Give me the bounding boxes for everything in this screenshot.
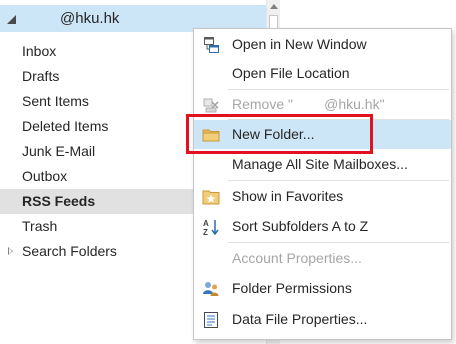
menu-item-open-file-location[interactable]: Open File Location [194,59,451,88]
folder-label: Search Folders [22,243,117,259]
folder-label: Sent Items [22,93,89,109]
menu-item-label: Sort Subfolders A to Z [232,218,369,234]
menu-item-label: Open File Location [232,65,350,81]
menu-item-open-in-new-window[interactable]: Open in New Window [194,30,451,59]
menu-separator [228,180,449,181]
svg-text:A: A [203,219,209,228]
menu-item-sort-subfolders[interactable]: A Z Sort Subfolders A to Z [194,212,451,241]
menu-item-label: Open in New Window [232,36,367,52]
sort-az-icon: A Z [202,218,220,237]
annotation-highlight-box [186,114,373,154]
menu-item-label: Manage All Site Mailboxes... [232,156,408,172]
menu-item-manage-site-mailboxes[interactable]: Manage All Site Mailboxes... [194,150,451,179]
folder-label: Trash [22,218,58,234]
menu-item-label: Remove " @hku.hk" [232,96,385,112]
menu-item-label: Folder Permissions [232,280,352,296]
context-menu: Open in New Window Open File Location Re… [193,28,452,340]
menu-item-label: Data File Properties... [232,311,368,327]
favorite-folder-icon [202,188,220,206]
folder-label: Inbox [22,43,57,59]
svg-text:Z: Z [203,228,208,236]
expand-triangle-icon[interactable] [7,15,16,24]
folder-label: Drafts [22,68,60,84]
menu-item-show-in-favorites[interactable]: Show in Favorites [194,182,451,211]
menu-item-data-file-properties[interactable]: Data File Properties... [194,305,451,334]
folder-label: Outbox [22,168,68,184]
menu-item-label: Account Properties... [232,250,362,266]
menu-separator [228,242,449,243]
menu-item-folder-permissions[interactable]: Folder Permissions [194,274,451,303]
folder-label: RSS Feeds [22,193,96,209]
folder-label: Junk E-Mail [22,143,96,159]
permissions-icon [202,280,220,298]
remove-account-icon [202,96,220,114]
account-name: @hku.hk [60,10,120,27]
folder-label: Deleted Items [22,118,109,134]
expand-arrow-icon[interactable] [8,247,13,255]
new-window-icon [202,36,220,54]
scroll-up-arrow-icon[interactable] [268,0,280,14]
menu-item-label: Show in Favorites [232,188,344,204]
menu-item-account-properties: Account Properties... [194,244,451,273]
properties-icon [202,311,220,329]
